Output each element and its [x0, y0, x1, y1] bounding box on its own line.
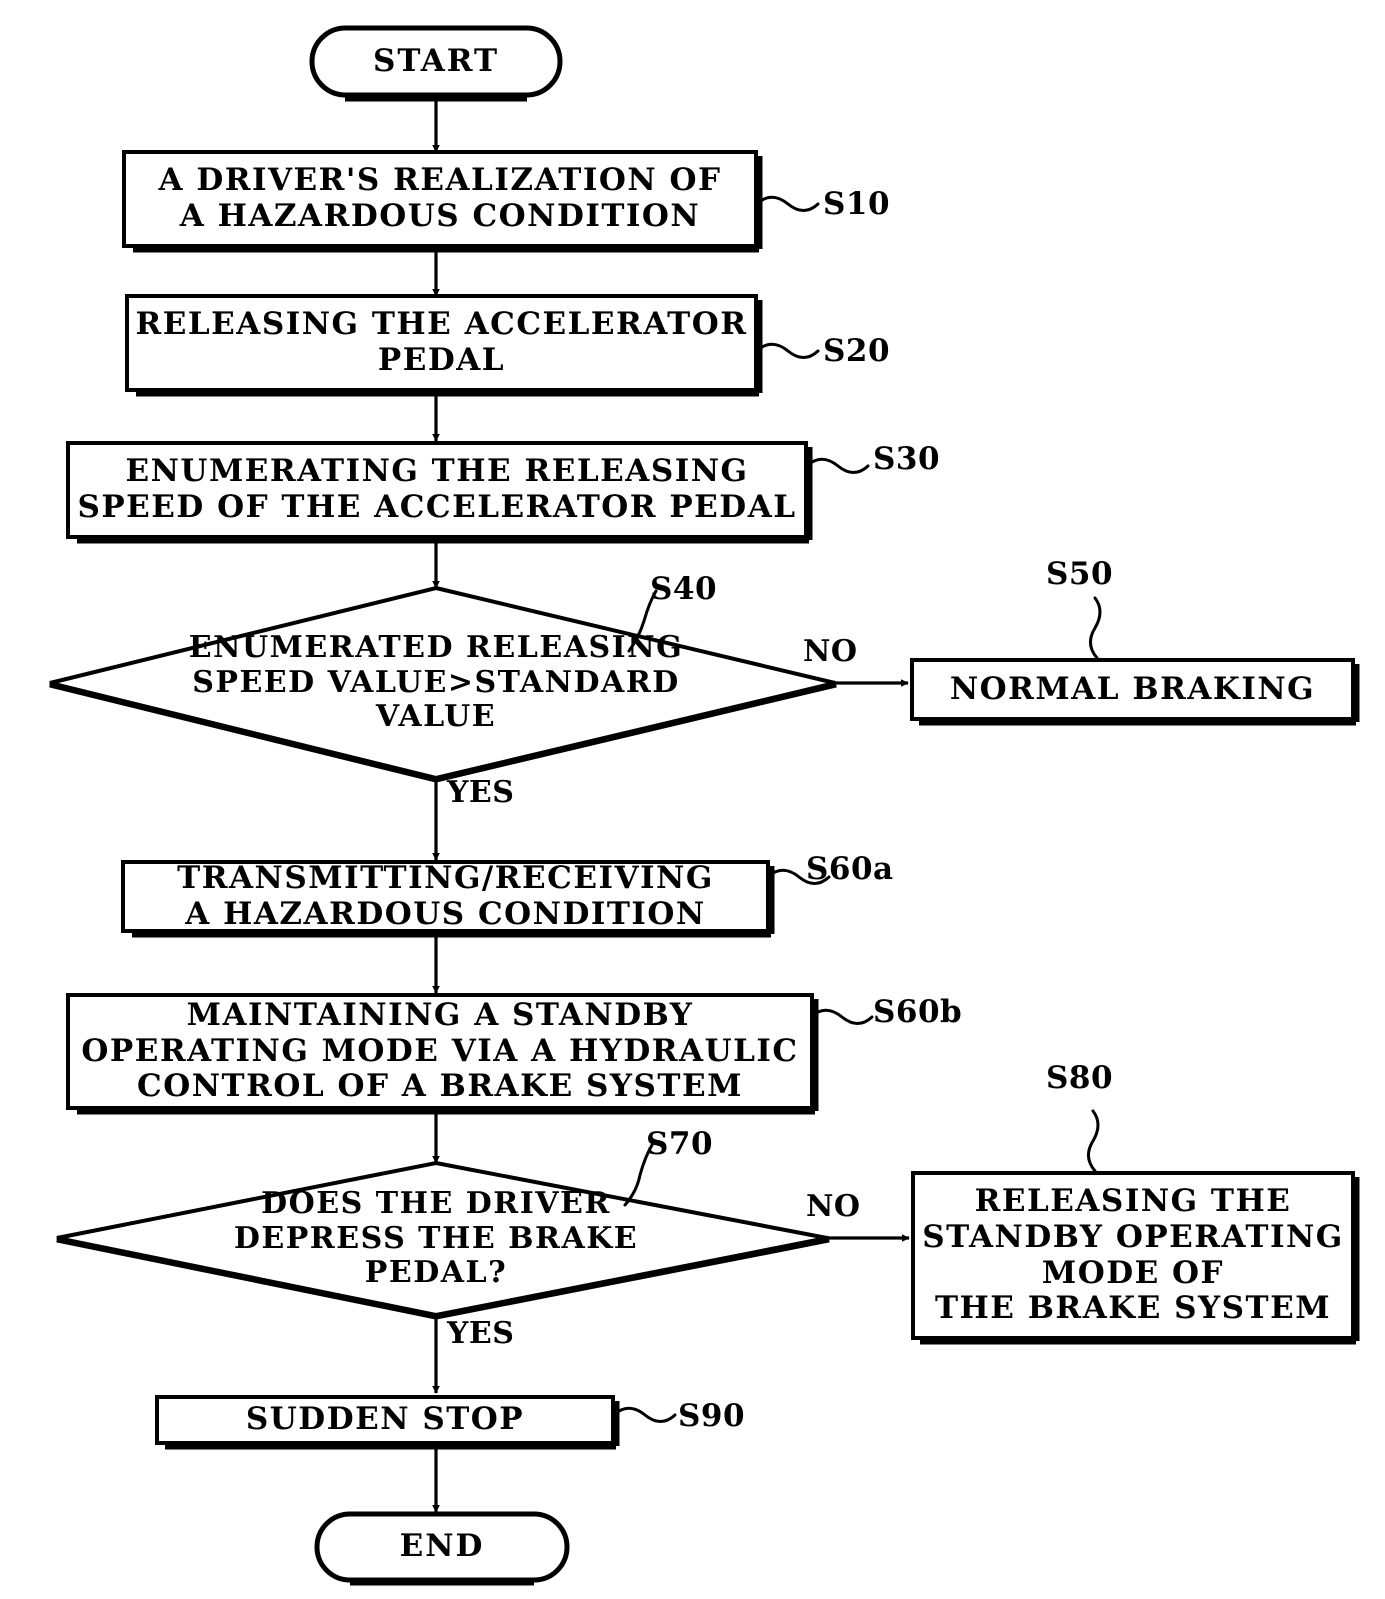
node-s50-box: [910, 658, 1355, 721]
node-s30-box: [66, 441, 808, 539]
node-s90-box: [155, 1395, 615, 1445]
node-s70-diamond: [56, 1160, 828, 1318]
leader-s10: [756, 195, 820, 212]
leader-s80: [1087, 1109, 1100, 1173]
ref-label-s80: S80: [1046, 1060, 1114, 1096]
node-end-terminator: [314, 1511, 570, 1583]
ref-label-s90: S90: [678, 1398, 746, 1434]
leader-s30: [806, 457, 870, 474]
flowchart-canvas: START A DRIVER'S REALIZATION OF A HAZARD…: [0, 0, 1385, 1599]
node-start-terminator: [309, 25, 563, 98]
ref-label-s60a: S60a: [806, 851, 894, 887]
flowchart-shapes: [49, 25, 1360, 1586]
node-s40-diamond: [49, 585, 836, 781]
leader-s60b: [810, 1008, 874, 1025]
edge-label-s70-no: NO: [806, 1189, 861, 1224]
node-s80-box: [911, 1171, 1355, 1340]
leader-s20: [756, 342, 820, 359]
edge-label-s40-no: NO: [803, 634, 858, 669]
ref-label-s70: S70: [646, 1126, 714, 1162]
ref-label-s30: S30: [873, 441, 941, 477]
edge-label-s40-yes: YES: [447, 775, 515, 810]
leader-s50: [1089, 596, 1102, 660]
leader-s90: [613, 1406, 677, 1423]
node-s20-box: [125, 294, 758, 392]
node-s60a-box: [121, 860, 770, 933]
node-s10-box: [122, 150, 758, 248]
ref-label-s50: S50: [1046, 556, 1114, 592]
edge-label-s70-yes: YES: [447, 1316, 515, 1351]
ref-label-s10: S10: [823, 186, 891, 222]
ref-label-s60b: S60b: [873, 994, 963, 1030]
node-s60b-box: [66, 993, 814, 1110]
ref-label-s40: S40: [650, 571, 718, 607]
ref-label-s20: S20: [823, 333, 891, 369]
